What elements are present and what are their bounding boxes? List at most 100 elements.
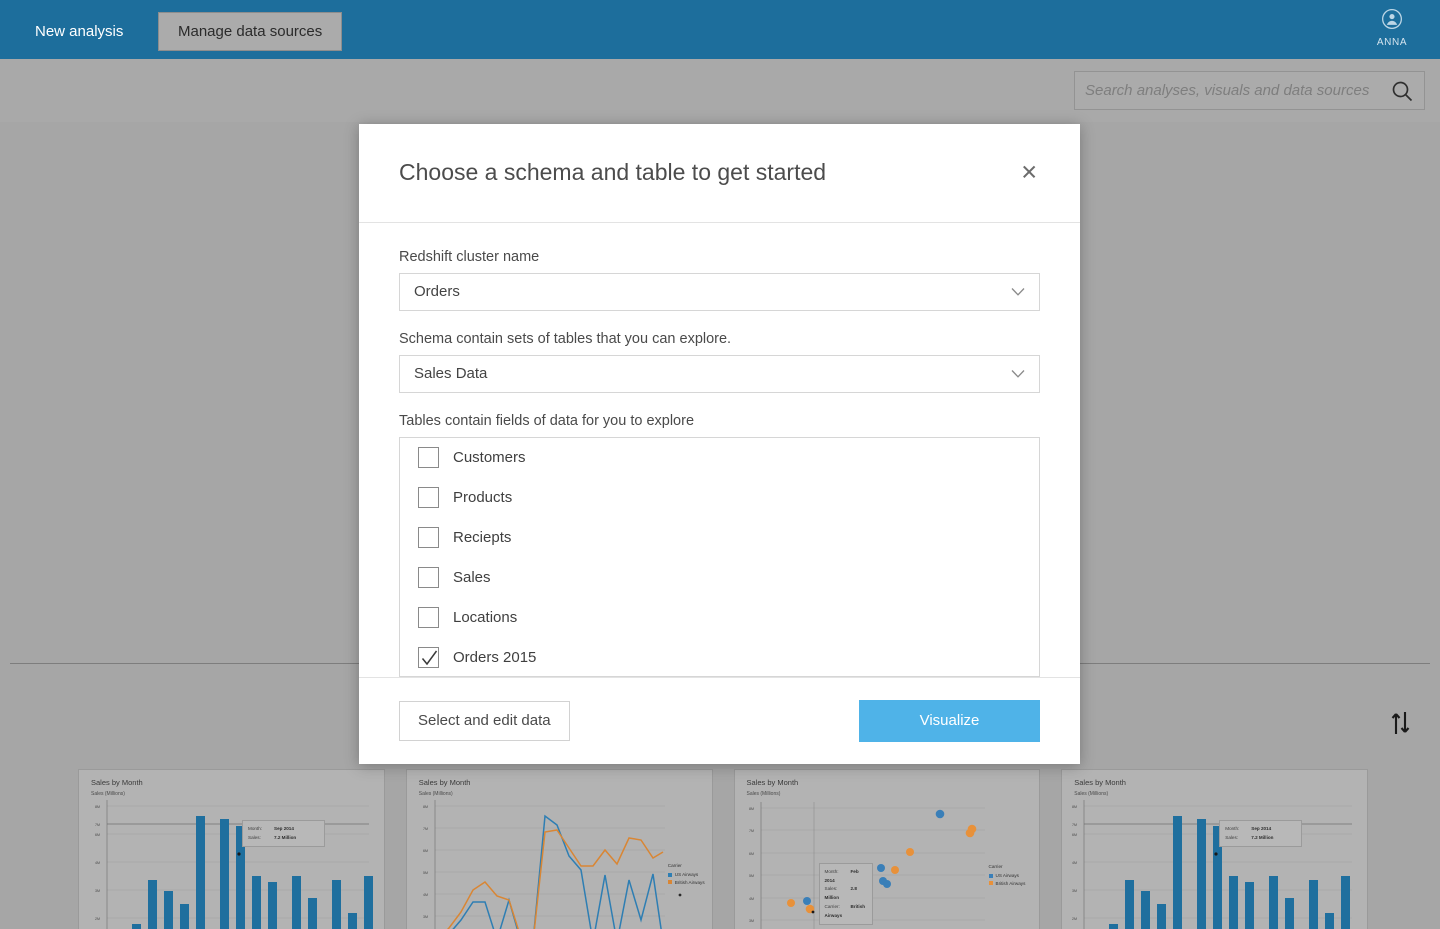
schema-table-dialog: Choose a schema and table to get started…	[359, 124, 1080, 764]
visualize-button[interactable]: Visualize	[859, 699, 1040, 742]
chevron-down-icon	[1011, 369, 1025, 378]
tables-list[interactable]: Customers Products Reciepts Sales Locati…	[399, 436, 1040, 677]
table-name-label: Orders 2015	[453, 649, 537, 667]
legend-label: US Airways	[995, 872, 1019, 878]
bar-chart-graphic: 8M 7M 6M 4M 3M 2M	[95, 800, 373, 929]
dialog-header: Choose a schema and table to get started…	[359, 124, 1080, 223]
checkbox-sales[interactable]	[418, 567, 439, 589]
svg-text:4M: 4M	[95, 861, 100, 865]
new-analysis-button[interactable]: New analysis	[17, 12, 142, 51]
svg-text:6M: 6M	[1072, 833, 1077, 837]
svg-text:3M: 3M	[95, 889, 100, 893]
legend-item: US Airways	[667, 871, 705, 879]
table-list-item[interactable]: Sales	[400, 558, 1039, 598]
svg-text:8M: 8M	[1072, 805, 1077, 809]
tooltip-month-value: Sep 2014	[274, 826, 294, 831]
table-list-item[interactable]: Reciepts	[400, 518, 1039, 558]
svg-text:2M: 2M	[1072, 917, 1077, 921]
svg-text:7M: 7M	[1072, 823, 1077, 827]
svg-text:3M: 3M	[423, 915, 428, 919]
svg-text:8M: 8M	[749, 807, 754, 811]
dialog-footer: Select and edit data Visualize	[359, 676, 1080, 764]
dialog-body: Redshift cluster name Orders Schema cont…	[359, 223, 1080, 677]
legend-item: British Airways	[667, 879, 705, 887]
dialog-title: Choose a schema and table to get started	[399, 159, 827, 186]
legend-swatch-us-airways	[667, 872, 672, 877]
table-list-item[interactable]: Customers	[400, 438, 1039, 478]
line-chart-graphic: 8M 7M 6M 5M 4M 3M	[423, 800, 682, 929]
sort-arrows-icon[interactable]	[1390, 710, 1412, 736]
redshift-cluster-select[interactable]: Orders	[399, 272, 1040, 311]
checkbox-locations[interactable]	[418, 607, 439, 629]
close-icon[interactable]: ✕	[1014, 158, 1044, 187]
bar-chart-graphic: 8M 7M 6M 4M 3M 2M	[1072, 800, 1353, 929]
chevron-down-icon	[1011, 287, 1025, 296]
legend-title: Carrier	[667, 863, 682, 868]
chart-legend: Carrier US Airways British Airways	[667, 862, 705, 887]
checkbox-orders-2015[interactable]	[418, 647, 439, 669]
checkbox-customers[interactable]	[418, 447, 439, 469]
svg-text:5M: 5M	[749, 874, 754, 878]
table-name-label: Reciepts	[453, 529, 512, 547]
table-list-item[interactable]: Orders 2015	[400, 638, 1039, 676]
legend-label: US Airways	[674, 871, 699, 877]
legend-label: British Airways	[995, 880, 1026, 886]
svg-text:7M: 7M	[95, 823, 100, 827]
tooltip-month-key: Month:	[824, 869, 839, 874]
svg-text:4M: 4M	[1072, 861, 1077, 865]
thumbnail-card[interactable]: Sales by Month Sales (Millions) 8M 7M 6M…	[78, 769, 385, 929]
svg-text:7M: 7M	[749, 829, 754, 833]
svg-text:2M: 2M	[95, 917, 100, 921]
analysis-thumbnail-strip: Sales by Month Sales (Millions) 8M 7M 6M…	[78, 769, 1368, 929]
thumbnail-card[interactable]: Sales by Month Sales (Millions) 8M 7M 6M…	[1061, 769, 1368, 929]
svg-text:6M: 6M	[95, 833, 100, 837]
cluster-selected-value: Orders	[414, 283, 460, 301]
schema-select[interactable]: Sales Data	[399, 354, 1040, 393]
svg-text:8M: 8M	[423, 805, 428, 809]
schema-selected-value: Sales Data	[414, 365, 488, 383]
select-and-edit-data-button[interactable]: Select and edit data	[399, 700, 570, 741]
table-list-item[interactable]: Locations	[400, 598, 1039, 638]
chart-tooltip: Month: Feb 2014 Sales: 2.8 Million Carrier…	[818, 863, 873, 926]
chart-tooltip: Month: Sep 2014 Sales: 7.2 Million	[1219, 820, 1303, 848]
svg-text:4M: 4M	[749, 897, 754, 901]
legend-item: British Airways	[988, 880, 1026, 888]
search-input[interactable]	[1085, 82, 1390, 99]
thumbnail-card[interactable]: Sales by Month Sales (Millions) 8M 7M 6M 5…	[733, 769, 1041, 929]
legend-swatch-british-airways	[988, 881, 993, 886]
svg-text:6M: 6M	[749, 852, 754, 856]
svg-text:8M: 8M	[95, 805, 100, 809]
tooltip-sales-key: Sales:	[824, 886, 838, 892]
user-menu[interactable]: ANNA	[1362, 8, 1422, 50]
tooltip-sales-key: Sales:	[248, 834, 261, 840]
checkbox-reciepts[interactable]	[418, 527, 439, 549]
cluster-field-label: Redshift cluster name	[399, 248, 540, 265]
svg-text:3M: 3M	[1072, 889, 1077, 893]
user-name-label: ANNA	[1376, 37, 1408, 48]
tooltip-carrier-key: Carrier:	[824, 903, 840, 909]
search-icon[interactable]	[1390, 79, 1414, 103]
table-name-label: Sales	[453, 569, 491, 587]
table-list-item[interactable]: Products	[400, 478, 1039, 518]
svg-text:7M: 7M	[423, 827, 428, 831]
svg-text:4M: 4M	[423, 893, 428, 897]
tooltip-month-value: Sep 2014	[1251, 826, 1272, 831]
checkbox-products[interactable]	[418, 487, 439, 509]
chart-tooltip: Month: Sep 2014 Sales: 7.2 Million	[242, 820, 325, 848]
svg-text:5M: 5M	[423, 871, 428, 875]
search-box[interactable]	[1074, 71, 1425, 110]
table-name-label: Customers	[453, 449, 526, 467]
scatter-chart-graphic: 8M 7M 6M 5M 4M 3M	[749, 802, 985, 929]
legend-swatch-us-airways	[988, 873, 993, 878]
schema-field-label: Schema contain sets of tables that you c…	[399, 330, 732, 347]
tooltip-month-key: Month:	[248, 826, 263, 831]
legend-title: Carrier	[988, 864, 1003, 869]
thumbnail-card[interactable]: Sales by Month Sales (Millions) 8M 7M 6M 5…	[405, 769, 713, 929]
svg-text:3M: 3M	[749, 919, 754, 923]
table-name-label: Products	[453, 489, 513, 507]
legend-label: British Airways	[674, 879, 705, 885]
user-circle-icon	[1382, 9, 1402, 29]
tooltip-sales-value: 7.2 Million	[1251, 834, 1274, 840]
manage-data-sources-button[interactable]: Manage data sources	[158, 12, 343, 51]
svg-text:6M: 6M	[423, 849, 428, 853]
